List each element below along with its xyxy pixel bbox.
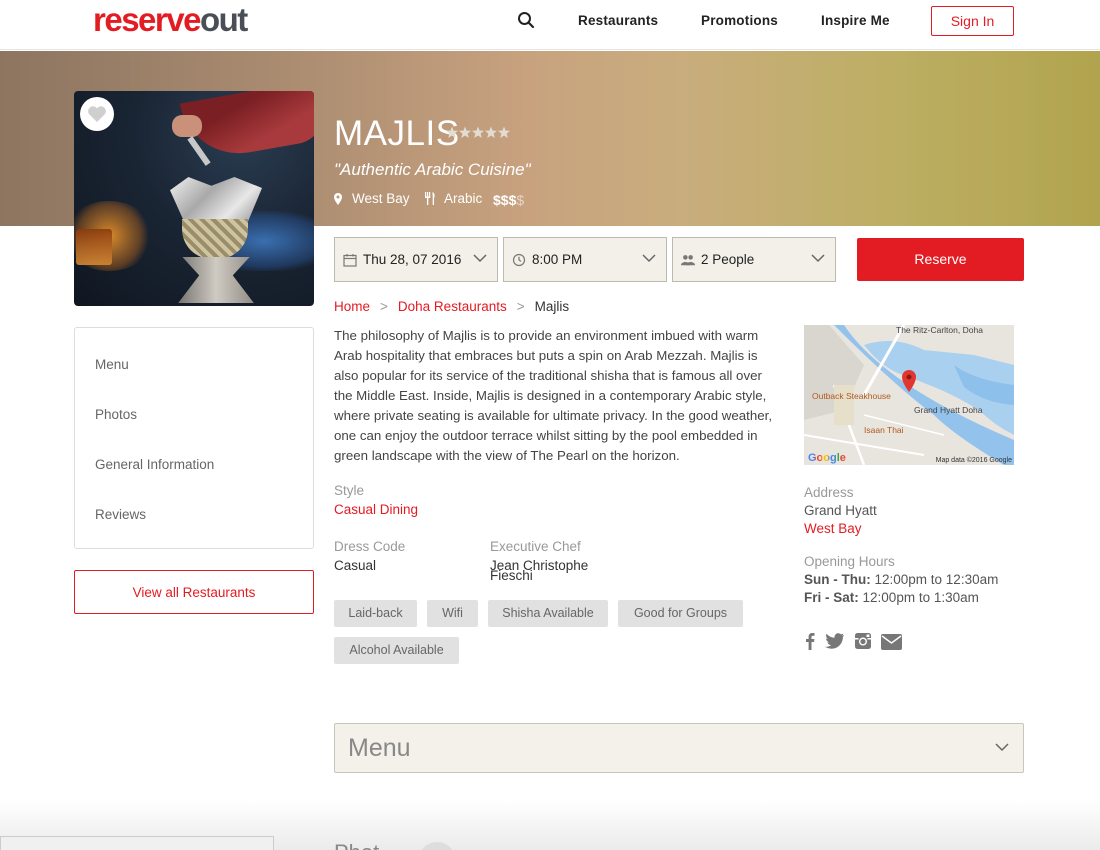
people-icon (681, 254, 695, 265)
section-nav-general-information[interactable]: General Information (95, 457, 214, 472)
reserveout-logo[interactable]: reserveout (93, 1, 248, 38)
map-label-grand-hyatt: Grand Hyatt Doha (914, 405, 983, 415)
section-nav-menu[interactable]: Menu (95, 357, 129, 372)
section-nav-photos[interactable]: Photos (95, 407, 137, 422)
breadcrumb-current: Majlis (534, 299, 570, 314)
opening-time: 12:00pm to 12:30am (874, 572, 999, 587)
address-line1: Grand Hyatt (804, 503, 877, 518)
map-attribution: Map data ©2016 Google (935, 457, 1012, 464)
map-label-outback: Outback Steakhouse (812, 391, 891, 401)
map-marker-icon (902, 370, 916, 392)
executive-chef-label: Executive Chef (490, 539, 581, 554)
google-logo: Google (808, 452, 846, 464)
opening-days: Sun - Thu: (804, 572, 871, 587)
tag-good-for-groups: Good for Groups (618, 600, 743, 627)
breadcrumb-separator: > (380, 299, 388, 314)
facebook-icon[interactable] (805, 632, 815, 650)
photo-hand (172, 115, 202, 137)
chevron-down-icon (995, 743, 1009, 752)
photo-shisha-foil (170, 177, 262, 221)
cutlery-icon (425, 192, 435, 205)
instagram-icon[interactable] (854, 632, 872, 650)
logo-part-reserve: reserve (93, 1, 201, 38)
google-logo-text: Google (808, 452, 846, 464)
price-active: $$$ (493, 192, 517, 208)
star-icon (446, 126, 458, 138)
view-all-restaurants-button[interactable]: View all Restaurants (74, 570, 314, 614)
star-icon (485, 126, 497, 138)
nav-inspire-me[interactable]: Inspire Me (821, 13, 890, 28)
star-icon (498, 126, 510, 138)
address-label: Address (804, 485, 854, 500)
date-select[interactable]: Thu 28, 07 2016 (334, 237, 498, 282)
cuisine-text: Arabic (444, 191, 483, 206)
star-icon (472, 126, 484, 138)
dress-code-value: Casual (334, 558, 377, 573)
price-level: $$$$ (493, 192, 524, 208)
party-size-select[interactable]: 2 People (672, 237, 836, 282)
menu-accordion[interactable]: Menu (334, 723, 1024, 773)
reserve-button[interactable]: Reserve (857, 238, 1024, 281)
restaurant-name: MAJLIS (334, 114, 460, 153)
opening-days: Fri - Sat: (804, 590, 859, 605)
breadcrumb-doha-restaurants[interactable]: Doha Restaurants (398, 299, 507, 314)
location-map[interactable]: The Ritz-Carlton, Doha Outback Steakhous… (804, 325, 1014, 465)
photos-section-heading: Phot (334, 840, 379, 850)
tag-laid-back: Laid-back (334, 600, 417, 627)
breadcrumb-home[interactable]: Home (334, 299, 370, 314)
map-label-ritz: The Ritz-Carlton, Doha (896, 325, 983, 335)
breadcrumb-separator: > (516, 299, 525, 314)
cuisine-meta: Arabic (424, 191, 482, 206)
restaurant-tagline: "Authentic Arabic Cuisine" (334, 160, 531, 179)
favorite-button[interactable] (80, 97, 114, 131)
price-inactive: $ (516, 192, 525, 208)
tag-wifi: Wifi (427, 600, 478, 627)
opening-hours-row-2: Fri - Sat: 12:00pm to 1:30am (804, 590, 979, 605)
heart-icon (88, 106, 106, 122)
tag-alcohol-available: Alcohol Available (334, 637, 459, 664)
photo-tea-glass (76, 229, 112, 265)
calendar-icon (343, 253, 357, 267)
nav-promotions[interactable]: Promotions (701, 13, 778, 28)
section-nav: Menu Photos General Information Reviews (74, 327, 314, 549)
location-text: West Bay (352, 191, 410, 206)
rating-stars (446, 126, 510, 138)
breadcrumb: Home > Doha Restaurants > Majlis (334, 299, 569, 314)
time-select[interactable]: 8:00 PM (503, 237, 667, 282)
search-icon[interactable] (517, 11, 535, 29)
chevron-down-icon (811, 254, 825, 263)
email-icon[interactable] (881, 634, 902, 650)
logo-part-out: out (199, 1, 248, 38)
chevron-down-icon (642, 254, 656, 263)
date-value: Thu 28, 07 2016 (363, 252, 462, 267)
top-navigation-bar: reserveout Restaurants Promotions Inspir… (0, 0, 1100, 50)
style-value[interactable]: Casual Dining (334, 502, 418, 517)
nav-restaurants[interactable]: Restaurants (578, 13, 658, 28)
bottom-sticky-bar[interactable] (0, 836, 274, 850)
menu-accordion-title: Menu (348, 734, 411, 762)
location-meta: West Bay (334, 191, 410, 206)
star-icon (459, 126, 471, 138)
opening-time: 12:00pm to 1:30am (862, 590, 979, 605)
section-nav-reviews[interactable]: Reviews (95, 507, 146, 522)
sign-in-button[interactable]: Sign In (931, 6, 1014, 36)
address-line2[interactable]: West Bay (804, 521, 862, 536)
style-label: Style (334, 483, 365, 498)
executive-chef-value-line2: Fieschi (490, 568, 533, 583)
map-pin-icon (334, 192, 342, 205)
dress-code-label: Dress Code (334, 539, 406, 554)
chevron-down-icon (473, 254, 487, 263)
party-size-value: 2 People (701, 252, 755, 267)
map-label-isaan-thai: Isaan Thai (864, 425, 904, 435)
twitter-icon[interactable] (825, 632, 844, 650)
opening-hours-label: Opening Hours (804, 554, 895, 569)
restaurant-description: The philosophy of Majlis is to provide a… (334, 328, 773, 463)
tag-shisha-available: Shisha Available (488, 600, 608, 627)
clock-icon (512, 253, 526, 266)
opening-hours-row-1: Sun - Thu: 12:00pm to 12:30am (804, 572, 998, 587)
time-value: 8:00 PM (532, 252, 583, 267)
